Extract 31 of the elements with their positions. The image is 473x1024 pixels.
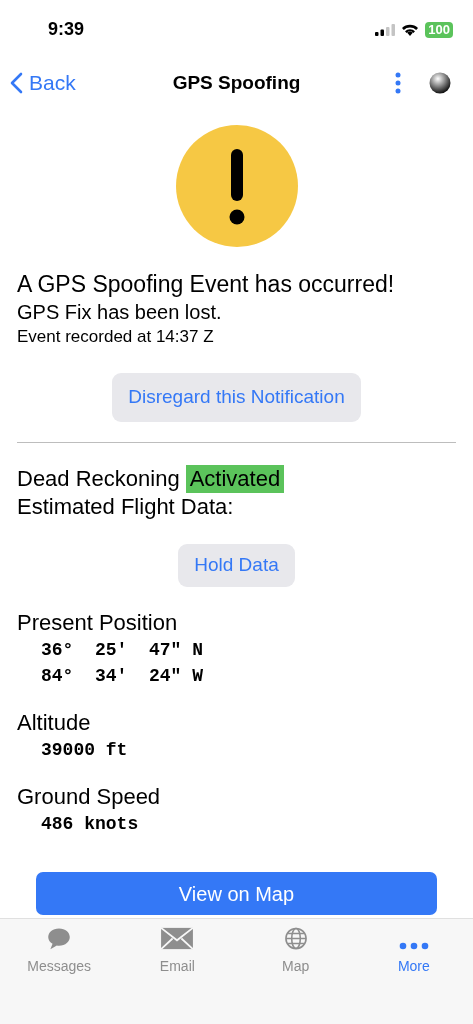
field-value: 36° 25' 47" N (40, 639, 205, 662)
battery-indicator: 100 (425, 21, 453, 38)
event-time: Event recorded at 14:37 Z (17, 326, 215, 348)
more-vertical-icon[interactable] (395, 72, 401, 94)
tab-item[interactable]: More (354, 927, 473, 977)
back-button[interactable]: Back (10, 67, 76, 99)
status-badge: Activated (185, 465, 285, 493)
field-value: 39000 ft (40, 739, 129, 762)
field-label: Ground Speed (17, 783, 162, 811)
status-orb-icon[interactable] (429, 72, 451, 94)
dead-reckoning-label: Dead Reckoning (17, 465, 180, 493)
field-label: Present Position (17, 609, 179, 637)
more-icon (398, 942, 429, 950)
warning-icon (175, 125, 298, 247)
view-on-map-button[interactable]: View on Map (36, 872, 437, 915)
alert-detail: GPS Fix has been lost. (17, 300, 223, 325)
alert-headline: A GPS Spoofing Event has occurred! (17, 270, 396, 299)
hold-data-button[interactable]: Hold Data (178, 544, 295, 587)
estimated-data-label: Estimated Flight Data: (17, 493, 235, 521)
wifi-icon (401, 23, 420, 36)
disregard-button[interactable]: Disregard this Notification (112, 373, 361, 422)
tab-item[interactable]: Messages (0, 927, 119, 977)
status-time: 9:39 (48, 18, 85, 41)
signal-icon (375, 23, 396, 36)
tab-item[interactable]: Map (236, 927, 355, 977)
page-title: GPS Spoofing (172, 70, 301, 95)
field-value: 486 knots (40, 813, 140, 836)
field-label: Altitude (17, 709, 92, 737)
chevron-left-icon (10, 72, 23, 94)
field-value: 84° 34' 24" W (40, 665, 205, 688)
tab-item[interactable]: Email (118, 927, 237, 977)
